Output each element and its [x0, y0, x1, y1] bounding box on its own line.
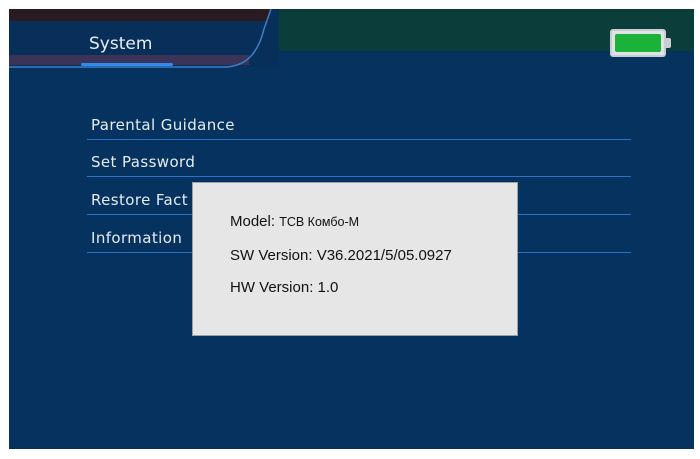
battery-tip — [666, 38, 671, 48]
model-row: Model: ТСВ Комбо-М — [230, 213, 359, 230]
sw-version-value: V36.2021/5/05.0927 — [316, 247, 452, 264]
sw-version-row: SW Version: V36.2021/5/05.0927 — [230, 247, 452, 264]
model-value: ТСВ Комбо-М — [279, 215, 360, 229]
hw-version-label: HW Version: — [230, 279, 314, 296]
tv-screen: System Parental Guidance Set Password Re… — [9, 9, 694, 449]
hw-version-row: HW Version: 1.0 — [230, 279, 338, 296]
information-dialog: Model: ТСВ Комбо-М SW Version: V36.2021/… — [192, 182, 518, 336]
menu-item-label: Parental Guidance — [91, 116, 235, 134]
battery-icon — [610, 29, 666, 57]
page-title: System — [89, 34, 153, 54]
sw-version-label: SW Version: — [230, 247, 313, 264]
menu-item-label: Information — [91, 229, 183, 247]
menu-divider — [87, 139, 631, 140]
model-label: Model: — [230, 213, 276, 230]
menu-item-label: Restore Fact — [91, 191, 189, 209]
hw-version-value: 1.0 — [317, 279, 339, 296]
menu-divider — [87, 176, 631, 177]
menu-item-parental-guidance[interactable]: Parental Guidance — [87, 116, 631, 140]
menu-item-set-password[interactable]: Set Password — [87, 153, 631, 177]
battery-level — [615, 34, 661, 52]
title-underline — [81, 63, 173, 66]
menu-item-label: Set Password — [91, 153, 196, 171]
